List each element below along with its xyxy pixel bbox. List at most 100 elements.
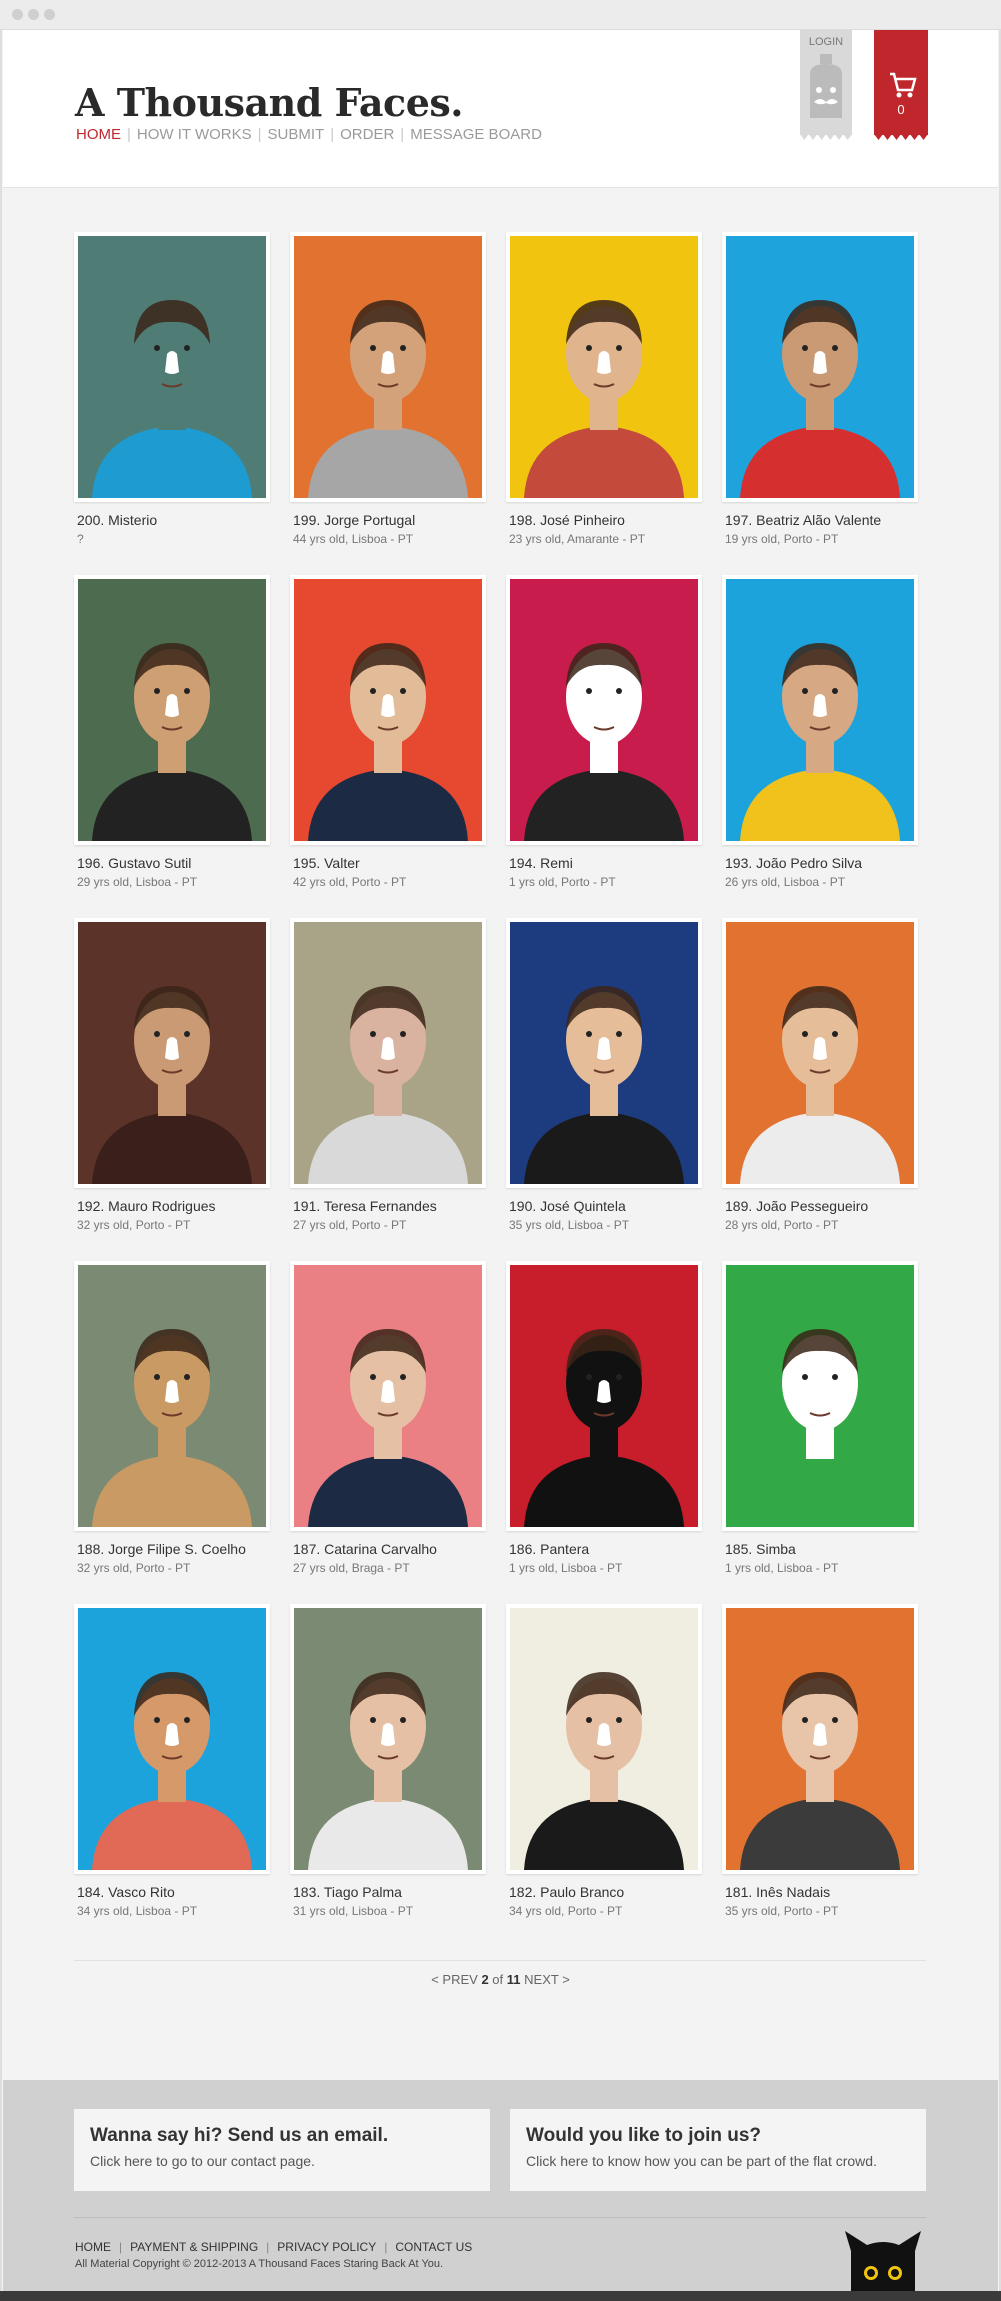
face-card[interactable]: 195. Valter 42 yrs old, Porto - PT [290, 575, 486, 905]
face-card[interactable]: 186. Pantera 1 yrs old, Lisboa - PT [506, 1261, 702, 1591]
face-name[interactable]: 190. José Quintela [509, 1198, 626, 1214]
face-image[interactable] [290, 575, 486, 845]
face-card[interactable]: 182. Paulo Branco 34 yrs old, Porto - PT [506, 1604, 702, 1934]
site-footer: Wanna say hi? Send us an email. Click he… [3, 2080, 998, 2301]
face-image[interactable] [290, 1261, 486, 1531]
main-nav: HOME | HOW IT WORKS | SUBMIT | ORDER | MESSAGE B… [76, 126, 542, 143]
face-meta: 1 yrs old, Porto - PT [509, 875, 616, 889]
face-meta: 32 yrs old, Porto - PT [77, 1218, 191, 1232]
divider [74, 2217, 926, 2218]
face-card[interactable]: 198. José Pinheiro 23 yrs old, Amarante -… [506, 232, 702, 562]
face-name[interactable]: 198. José Pinheiro [509, 512, 625, 528]
face-image[interactable] [74, 918, 270, 1188]
face-card[interactable]: 192. Mauro Rodrigues 32 yrs old, Porto - … [74, 918, 270, 1248]
login-button[interactable]: LOGIN [800, 30, 852, 140]
nav-item-how-it-works[interactable]: HOW IT WORKS [137, 126, 252, 143]
join-box[interactable]: Would you like to join us? Click here to… [510, 2109, 926, 2191]
face-image[interactable] [506, 575, 702, 845]
portrait-illustration [78, 236, 266, 498]
face-name[interactable]: 199. Jorge Portugal [293, 512, 415, 528]
face-image[interactable] [722, 1261, 918, 1531]
face-name[interactable]: 195. Valter [293, 855, 360, 871]
footer-link-privacy[interactable]: PRIVACY POLICY [277, 2240, 376, 2254]
face-card[interactable]: 199. Jorge Portugal 44 yrs old, Lisboa - … [290, 232, 486, 562]
face-image[interactable] [290, 918, 486, 1188]
window-dot-icon [44, 9, 55, 20]
face-card[interactable]: 194. Remi 1 yrs old, Porto - PT [506, 575, 702, 905]
face-name[interactable]: 183. Tiago Palma [293, 1884, 402, 1900]
face-card[interactable]: 185. Simba 1 yrs old, Lisboa - PT [722, 1261, 918, 1591]
tag-edge [800, 134, 852, 140]
portrait-illustration [294, 236, 482, 498]
face-card[interactable]: 184. Vasco Rito 34 yrs old, Lisboa - PT [74, 1604, 270, 1934]
face-image[interactable] [506, 1604, 702, 1874]
portrait-illustration [510, 1608, 698, 1870]
cart-count: 0 [897, 102, 905, 117]
portrait-illustration [78, 922, 266, 1184]
face-image[interactable] [506, 918, 702, 1188]
nav-item-home[interactable]: HOME [76, 126, 121, 143]
face-image[interactable] [506, 1261, 702, 1531]
site-logo[interactable]: A Thousand Faces. [75, 80, 464, 125]
face-name[interactable]: 186. Pantera [509, 1541, 589, 1557]
face-name[interactable]: 182. Paulo Branco [509, 1884, 624, 1900]
face-image[interactable] [722, 918, 918, 1188]
face-image[interactable] [722, 575, 918, 845]
face-name[interactable]: 193. João Pedro Silva [725, 855, 862, 871]
face-card[interactable]: 196. Gustavo Sutil 29 yrs old, Lisboa - P… [74, 575, 270, 905]
face-image[interactable] [290, 1604, 486, 1874]
face-image[interactable] [74, 232, 270, 502]
face-image[interactable] [74, 575, 270, 845]
face-card[interactable]: 183. Tiago Palma 31 yrs old, Lisboa - PT [290, 1604, 486, 1934]
face-image[interactable] [506, 232, 702, 502]
face-image[interactable] [74, 1261, 270, 1531]
face-meta: 34 yrs old, Porto - PT [509, 1904, 623, 1918]
nav-item-message-board[interactable]: MESSAGE BOARD [410, 126, 542, 143]
footer-link-home[interactable]: HOME [75, 2240, 111, 2254]
face-name[interactable]: 192. Mauro Rodrigues [77, 1198, 216, 1214]
face-name[interactable]: 181. Inês Nadais [725, 1884, 830, 1900]
contact-box[interactable]: Wanna say hi? Send us an email. Click he… [74, 2109, 490, 2191]
face-card[interactable]: 191. Teresa Fernandes 27 yrs old, Porto -… [290, 918, 486, 1248]
face-meta: 1 yrs old, Lisboa - PT [509, 1561, 623, 1575]
face-name[interactable]: 194. Remi [509, 855, 573, 871]
face-name[interactable]: 187. Catarina Carvalho [293, 1541, 437, 1557]
face-card[interactable]: 187. Catarina Carvalho 27 yrs old, Braga … [290, 1261, 486, 1591]
face-name[interactable]: 184. Vasco Rito [77, 1884, 175, 1900]
footer-link-payment[interactable]: PAYMENT & SHIPPING [130, 2240, 258, 2254]
face-card[interactable]: 189. João Pessegueiro 28 yrs old, Porto -… [722, 918, 918, 1248]
nav-item-submit[interactable]: SUBMIT [268, 126, 325, 143]
current-page: 2 [481, 1972, 489, 1987]
nav-item-order[interactable]: ORDER [340, 126, 394, 143]
face-card[interactable]: 181. Inês Nadais 35 yrs old, Porto - PT [722, 1604, 918, 1934]
face-card[interactable]: 200. Misterio? [74, 232, 270, 562]
face-card[interactable]: 190. José Quintela 35 yrs old, Lisboa - P… [506, 918, 702, 1248]
face-meta: 26 yrs old, Lisboa - PT [725, 875, 846, 889]
face-card[interactable]: 188. Jorge Filipe S. Coelho 32 yrs old, P… [74, 1261, 270, 1591]
portrait-illustration [726, 579, 914, 841]
face-image[interactable] [290, 232, 486, 502]
prev-page-link[interactable]: < PREV [431, 1972, 478, 1987]
face-card[interactable]: 193. João Pedro Silva 26 yrs old, Lisboa … [722, 575, 918, 905]
face-card[interactable]: 197. Beatriz Alão Valente 19 yrs old, Por… [722, 232, 918, 562]
face-name[interactable]: 188. Jorge Filipe S. Coelho [77, 1541, 246, 1557]
nav-separator: | [330, 126, 335, 143]
face-image[interactable] [722, 232, 918, 502]
face-name[interactable]: 196. Gustavo Sutil [77, 855, 191, 871]
face-name[interactable]: 189. João Pessegueiro [725, 1198, 868, 1214]
nav-separator: | [400, 126, 405, 143]
cart-button[interactable]: 0 [874, 30, 928, 140]
face-name[interactable]: 191. Teresa Fernandes [293, 1198, 437, 1214]
face-meta: 34 yrs old, Lisboa - PT [77, 1904, 198, 1918]
face-image[interactable] [722, 1604, 918, 1874]
footer-link-contact[interactable]: CONTACT US [395, 2240, 472, 2254]
portrait-illustration [510, 1265, 698, 1527]
join-box-title: Would you like to join us? [526, 2125, 762, 2146]
face-name[interactable]: 197. Beatriz Alão Valente [725, 512, 881, 528]
portrait-illustration [510, 922, 698, 1184]
window-dot-icon [28, 9, 39, 20]
next-page-link[interactable]: NEXT > [524, 1972, 570, 1987]
face-image[interactable] [74, 1604, 270, 1874]
face-name[interactable]: 185. Simba [725, 1541, 796, 1557]
face-name[interactable]: 200. Misterio [77, 512, 157, 528]
